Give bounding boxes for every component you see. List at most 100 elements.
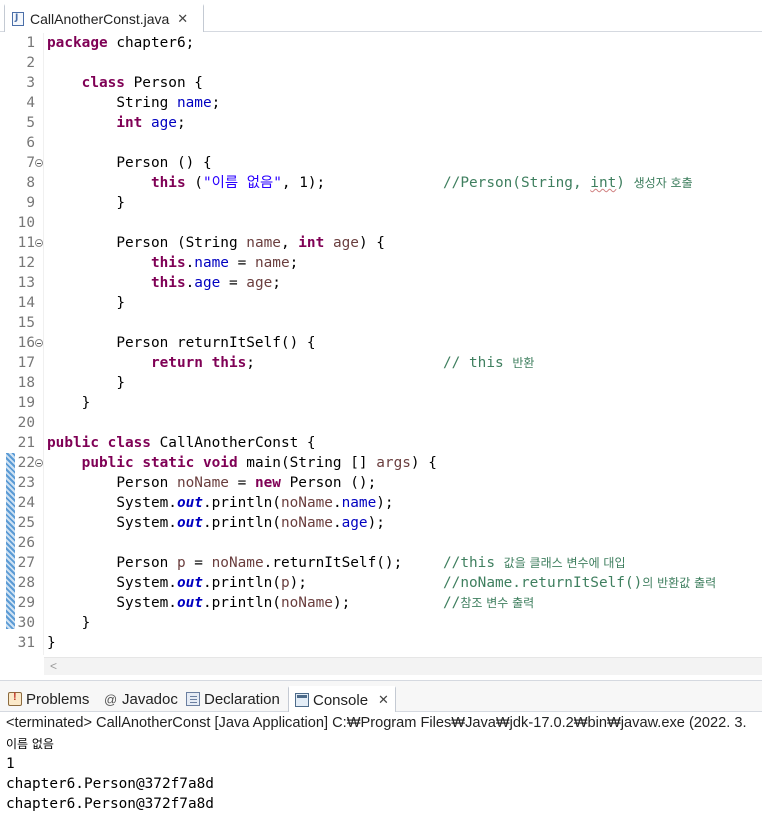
code-token: out [176, 515, 203, 531]
code-token: ); [376, 495, 394, 511]
code-token: } [116, 375, 125, 391]
code-comment: int [590, 175, 617, 191]
code-token: System. [116, 515, 177, 531]
code-token: Person [116, 475, 177, 491]
code-token: Person [116, 555, 177, 571]
code-token: } [47, 635, 56, 651]
code-token: Person (String [116, 235, 247, 251]
line-number: 19 [17, 395, 35, 411]
tab-label: Javadoc [122, 690, 178, 708]
code-token: this [150, 175, 186, 191]
tab-label: Console [313, 691, 369, 709]
code-line: 18 } [0, 373, 762, 393]
editor-tab-callanotherconst[interactable]: CallAnotherConst.java ✕ [4, 4, 204, 32]
tab-console[interactable]: Console ✕ [288, 686, 396, 712]
line-number: 23 [17, 475, 35, 491]
code-token: chapter6; [107, 35, 195, 51]
code-editor[interactable]: 1 package chapter6; 2 3 class Person { 4 … [0, 33, 762, 675]
horizontal-scrollbar[interactable]: < [44, 657, 762, 675]
line-number: 4 [26, 95, 35, 111]
code-line: 15 [0, 313, 762, 333]
console-line: 이름 없음 [6, 737, 54, 751]
fold-toggle-icon[interactable] [35, 239, 43, 247]
code-token: Person { [124, 75, 203, 91]
code-token: ; [246, 355, 255, 371]
line-number: 8 [26, 175, 35, 191]
code-line: 20 [0, 413, 762, 433]
code-comment: // this [443, 355, 513, 371]
console-status: <terminated> CallAnotherConst [Java Appl… [6, 715, 747, 731]
code-line: 26 [0, 533, 762, 553]
code-token: name [176, 95, 212, 111]
code-comment: //this [443, 555, 504, 571]
line-number: 1 [26, 35, 35, 51]
code-token: .println( [202, 575, 281, 591]
console-line: chapter6.Person@372f7a8d [6, 776, 214, 792]
code-token: . [332, 495, 342, 511]
code-token: package [47, 35, 108, 51]
code-line: 9 } [0, 193, 762, 213]
code-line: 23 Person noName = new Person (); [0, 473, 762, 493]
line-number: 28 [17, 575, 35, 591]
code-token: age [194, 275, 221, 291]
code-token: noName [280, 595, 333, 611]
line-number: 10 [17, 215, 35, 231]
code-line: 3 class Person { [0, 73, 762, 93]
close-icon[interactable]: ✕ [177, 11, 188, 27]
line-number: 21 [17, 435, 35, 451]
code-line: 28 System.out.println(p); //noName.return… [0, 573, 762, 593]
line-number: 15 [17, 315, 35, 331]
code-comment: 값을 클래스 변수에 대입 [503, 556, 626, 570]
code-token: ( [185, 175, 203, 191]
code-line: 21 public class CallAnotherConst { [0, 433, 762, 453]
code-line: 2 [0, 53, 762, 73]
code-token: Person () { [116, 155, 212, 171]
code-token: ); [289, 575, 307, 591]
code-token: int [298, 235, 325, 251]
line-number: 31 [17, 635, 35, 651]
line-number: 30 [17, 615, 35, 631]
code-token: noName [176, 475, 229, 491]
code-line: 27 Person p = noName.returnItSelf(); //th… [0, 553, 762, 573]
code-token: .println( [202, 495, 281, 511]
code-token: this [211, 355, 247, 371]
code-line: 17 return this; // this 반환 [0, 353, 762, 373]
fold-toggle-icon[interactable] [35, 459, 43, 467]
code-token: void [202, 455, 238, 471]
code-token: out [176, 495, 203, 511]
code-token: . [185, 275, 195, 291]
fold-toggle-icon[interactable] [35, 159, 43, 167]
close-icon[interactable]: ✕ [378, 692, 389, 708]
line-number: 5 [26, 115, 35, 131]
code-token: age [332, 235, 359, 251]
code-token: public [81, 455, 134, 471]
code-token: ; [211, 95, 221, 111]
code-token: .returnItSelf(); [263, 555, 403, 571]
line-number: 6 [26, 135, 35, 151]
code-line: 12 this.name = name; [0, 253, 762, 273]
code-token: System. [116, 495, 177, 511]
tab-declaration[interactable]: Declaration [186, 686, 280, 712]
code-token: args [376, 455, 411, 471]
code-token: = [185, 555, 212, 571]
code-line: 13 this.age = age; [0, 273, 762, 293]
console-output[interactable]: 이름 없음 1 chapter6.Person@372f7a8d chapter… [6, 734, 762, 814]
tab-problems[interactable]: Problems [8, 686, 89, 712]
tab-label: Declaration [204, 690, 280, 708]
code-token: age [142, 115, 177, 131]
code-token: int [116, 115, 143, 131]
line-number: 26 [17, 535, 35, 551]
code-comment: // [443, 595, 461, 611]
code-token: System. [116, 575, 177, 591]
code-token: CallAnotherConst { [150, 435, 316, 451]
tab-javadoc[interactable]: @ Javadoc [104, 686, 178, 712]
scroll-left-icon[interactable]: < [50, 659, 57, 673]
code-token: name [194, 255, 229, 271]
code-line: 1 package chapter6; [0, 33, 762, 53]
code-token: } [116, 295, 125, 311]
code-token: this [150, 275, 186, 291]
code-token: return [150, 355, 203, 371]
code-token: noName [211, 555, 264, 571]
fold-toggle-icon[interactable] [35, 339, 43, 347]
code-token: noName [280, 515, 333, 531]
